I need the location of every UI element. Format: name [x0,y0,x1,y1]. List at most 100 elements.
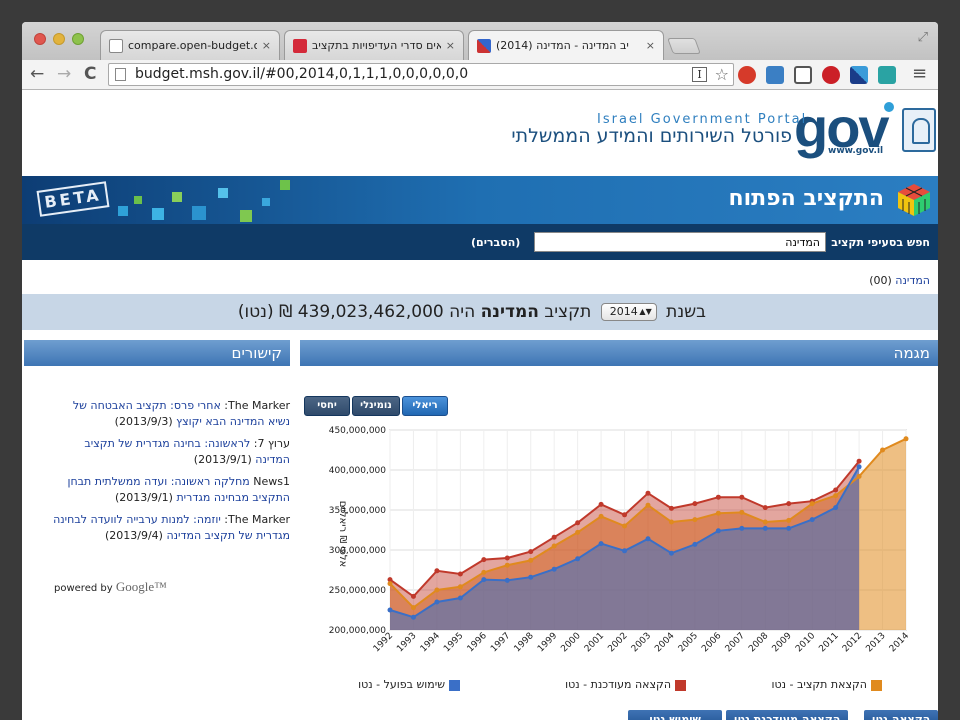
extension-swirl-icon[interactable] [878,66,896,84]
x-tick-label: 1997 [489,631,512,654]
banner-title: התקציב הפתוח [728,186,884,211]
data-point [833,505,839,511]
decor-pixel [172,192,182,202]
tab-budget-priorities[interactable]: אים סדרי העדיפויות בתקציב? × [284,30,464,60]
y-tick-label: 450,000,000 [329,426,387,436]
decor-pixel [134,196,142,204]
data-point [833,487,839,493]
data-point [457,584,463,590]
year-select[interactable]: 2014 ▲▼ [600,303,657,321]
minimize-window-button[interactable] [53,33,65,45]
pinterest-icon[interactable] [822,66,840,84]
data-point [528,574,534,580]
data-point [622,512,628,518]
web-page: gov www.gov.il Israel Government Portal … [22,90,938,720]
breadcrumb-code: (00) [869,274,892,287]
mode-nominal-button[interactable]: נומינלי [352,396,400,416]
summary-is: היה [449,302,476,322]
extension-frame-icon[interactable] [794,66,812,84]
legend-item-allocation[interactable]: הקצאת תקציב - נטו [772,678,882,691]
browser-window: compare.open-budget.org × אים סדרי העדיפ… [22,22,938,720]
data-point [434,599,440,605]
data-point [434,587,440,593]
zoom-window-button[interactable] [72,33,84,45]
url-text: budget.msh.gov.il/#00,2014,0,1,1,1,0,0,0… [135,66,469,82]
data-point [598,541,604,547]
tab-compare-open-budget[interactable]: compare.open-budget.org × [100,30,280,60]
mode-real-button[interactable]: ריאלי [402,396,448,416]
y-tick-label: 400,000,000 [329,466,387,476]
x-tick-label: 1995 [442,631,465,654]
news-date: (2013/9/4) [104,529,163,542]
address-bar[interactable]: budget.msh.gov.il/#00,2014,0,1,1,1,0,0,0… [108,63,734,86]
data-point [387,581,393,587]
tab-title: compare.open-budget.org [128,39,257,52]
x-tick-label: 2011 [817,631,840,654]
tab-state-budget[interactable]: יב המדינה - המדינה (2014) × [468,30,664,60]
news-date: (2013/9/3) [114,415,173,428]
y-tick-label: 250,000,000 [329,586,387,596]
powered-by-text: powered by [54,583,113,594]
x-tick-label: 2000 [559,631,582,654]
data-point [833,493,839,499]
tab-close-icon[interactable]: × [446,39,455,52]
data-point [481,569,487,575]
data-point [903,436,909,442]
x-tick-label: 1994 [419,631,442,654]
menu-icon[interactable]: ≡ [912,63,927,84]
tab-close-icon[interactable]: × [262,39,271,52]
data-point [575,556,581,562]
legend-item-usage[interactable]: שימוש בפועל - נטו [358,678,460,691]
tab-net-usage[interactable]: שימוש נטו [628,710,722,720]
x-tick-label: 2002 [606,631,629,654]
reader-icon[interactable]: I [692,67,707,82]
decor-pixel [118,206,128,216]
browser-toolbar: ← → C budget.msh.gov.il/#00,2014,0,1,1,1… [22,60,938,90]
extension-flag-icon[interactable] [850,66,868,84]
back-button[interactable]: ← [30,64,44,84]
news-item: News1 מחלקה ראשונה: ועדה ממשלתית תבחן הת… [52,474,290,506]
legend-swatch [449,679,460,691]
data-point [668,550,674,556]
legend-label: הקצאת תקציב - נטו [771,678,867,691]
data-point [739,509,745,515]
extension-stop-icon[interactable] [738,66,756,84]
legend-label: שימוש בפועל - נטו [358,678,445,691]
x-tick-label: 2008 [747,631,770,654]
data-point [387,607,393,613]
search-label: חפש בסעיפי תקציב [831,236,930,249]
x-tick-label: 2004 [653,631,676,654]
x-tick-label: 2006 [700,631,723,654]
bookmark-star-icon[interactable]: ☆ [715,64,729,85]
close-window-button[interactable] [34,33,46,45]
data-point [457,595,463,601]
explanations-link[interactable]: (הסברים) [471,236,520,249]
news-item: ערוץ 7: לראשונה: בחינה מגדרית של תקציב ה… [52,436,290,468]
data-point [528,557,534,563]
data-point [739,494,745,500]
page-icon [115,68,126,81]
tab-net-allocation[interactable]: הקצאה נטו [864,710,938,720]
tab-updated-allocation[interactable]: הקצאה מעודכנת נטו [726,710,848,720]
new-tab-button[interactable] [667,38,701,54]
data-point [645,536,651,542]
tab-close-icon[interactable]: × [646,39,655,52]
data-point [856,458,862,464]
breadcrumb-link[interactable]: המדינה [895,274,930,287]
forward-button[interactable]: → [57,64,71,84]
legend-item-updated[interactable]: הקצאה מעודכנת - נטו [565,678,686,691]
x-tick-label: 2014 [888,631,911,654]
x-tick-label: 2007 [724,631,747,654]
data-point [809,517,815,523]
mode-relative-button[interactable]: יחסי [304,396,350,416]
cube-favicon-icon [477,38,491,53]
news-source: The Marker: [224,513,290,526]
extension-image-icon[interactable] [766,66,784,84]
fullscreen-icon[interactable]: ⤢ [918,30,928,45]
news-item: The Marker: יוזמה: למנות ערבייה לוועדה ל… [52,512,290,544]
legend-swatch [871,679,882,691]
data-point [856,464,862,470]
data-point [528,549,534,555]
budget-search-input[interactable] [534,232,826,252]
reload-button[interactable]: C [84,64,96,84]
